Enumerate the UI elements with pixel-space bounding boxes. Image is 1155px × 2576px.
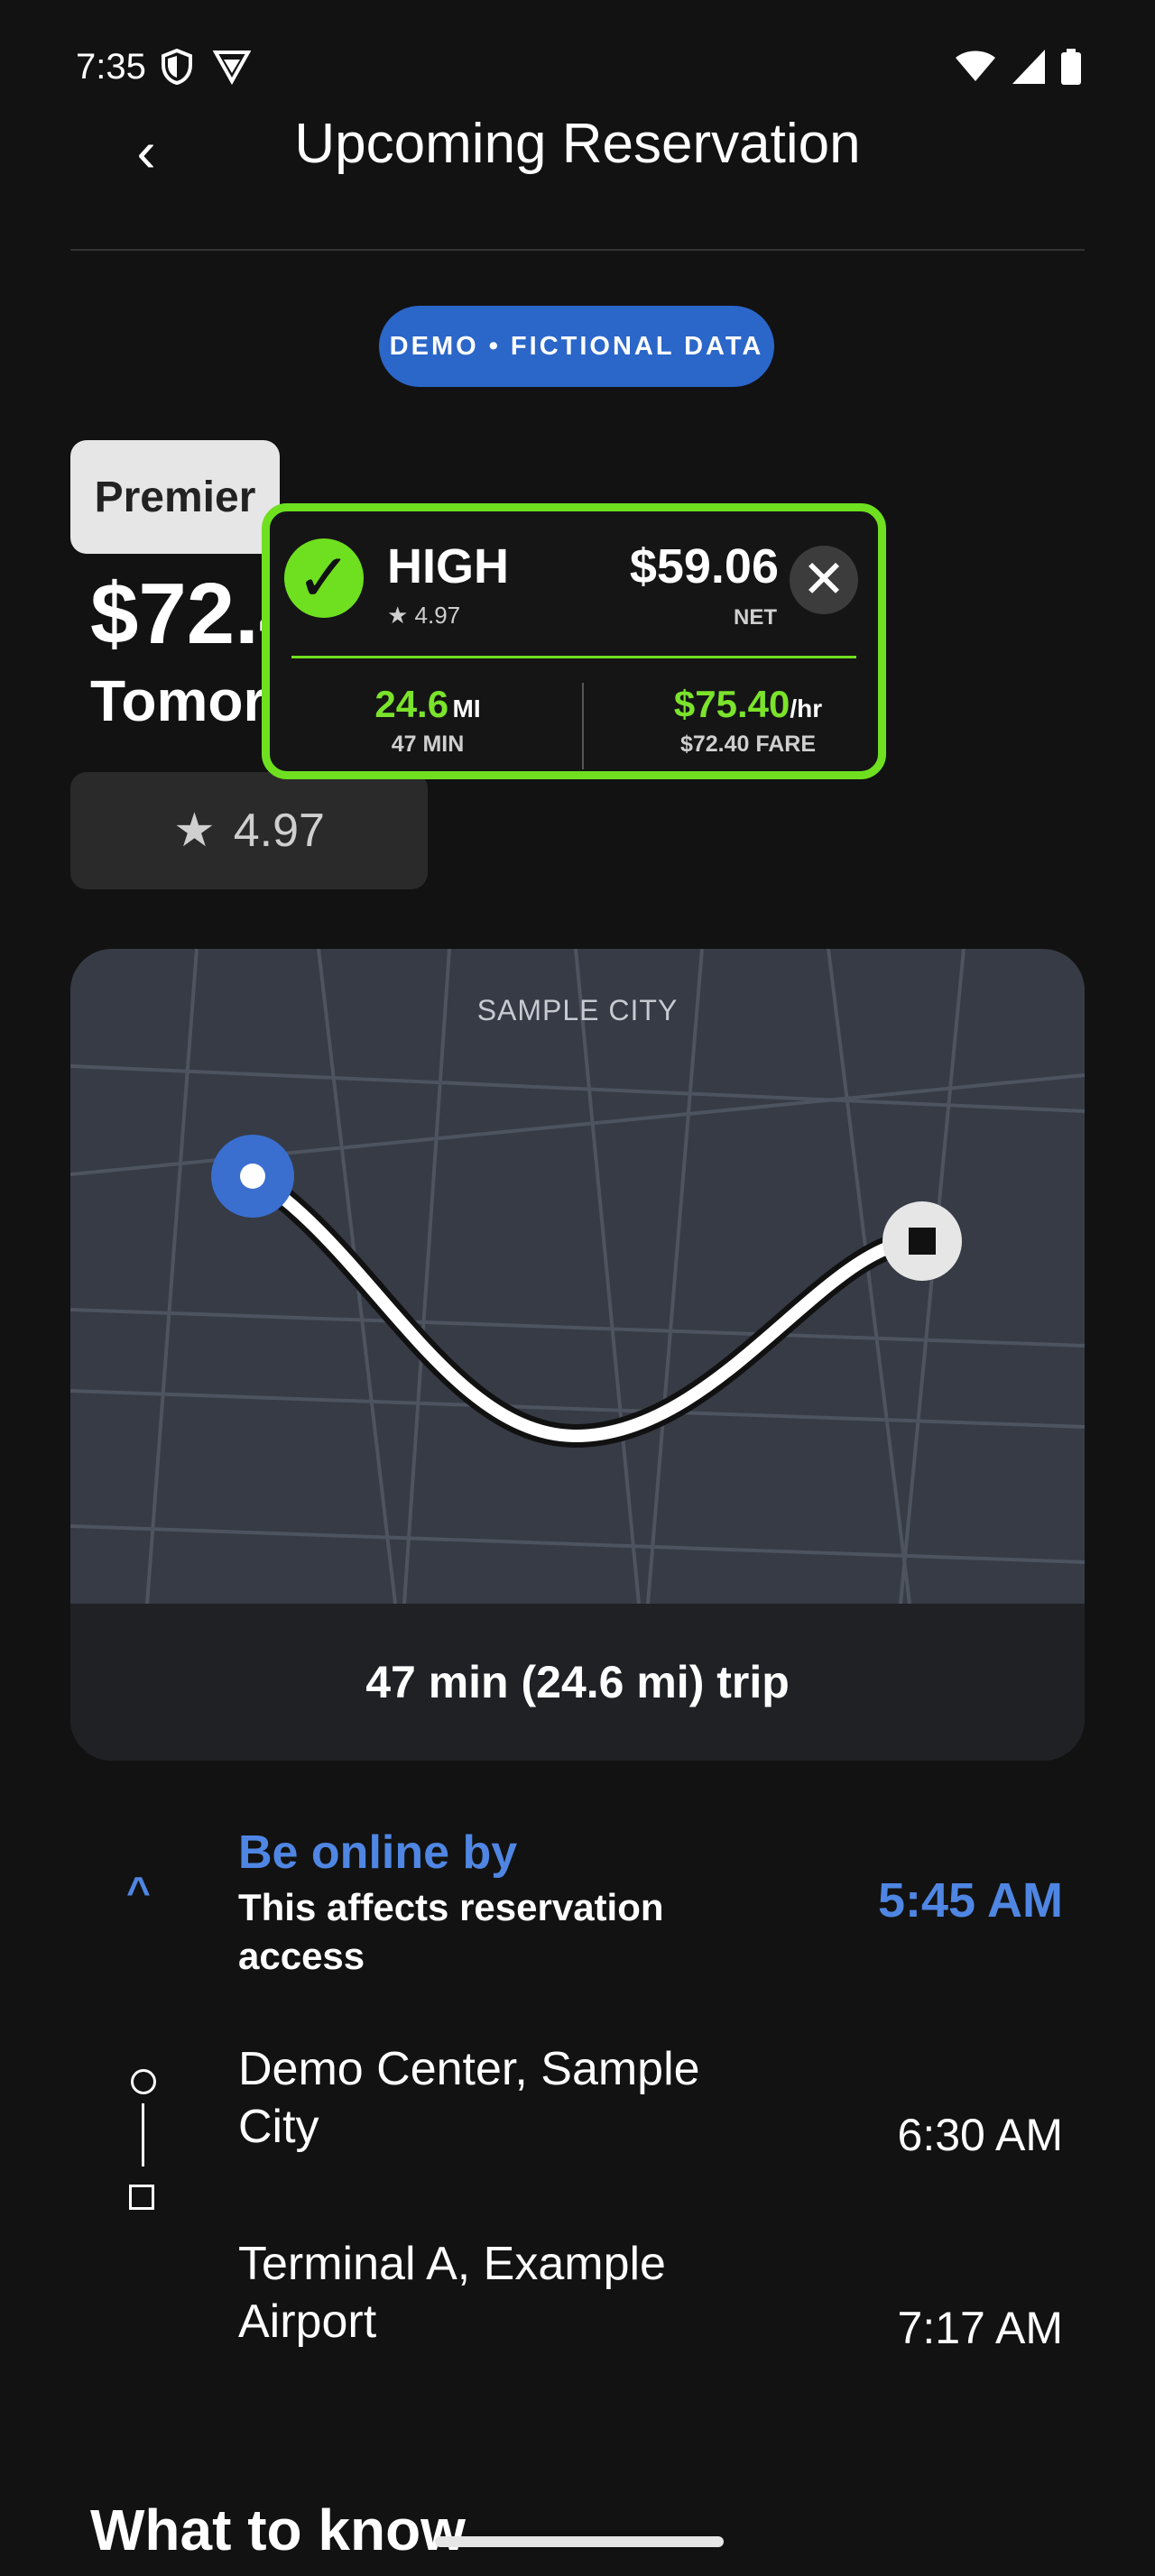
dropoff-location: Terminal A, Example Airport [238,2238,666,2348]
header-divider [70,249,1085,251]
status-icons-left [161,48,252,89]
close-icon[interactable]: ✕ [790,546,858,614]
overlay-distance-unit: MI [452,695,481,722]
rider-rating-chip: ★ 4.97 [70,772,428,889]
pickup-marker-icon [211,1135,294,1218]
home-indicator[interactable] [435,2536,724,2547]
chevron-up-icon[interactable]: ^ [126,1867,151,1916]
overlay-net-amount: $59.06 [629,539,779,593]
overlay-separator [582,683,584,769]
star-icon: ★ [173,805,216,857]
page-title: Upcoming Reservation [294,113,861,175]
check-icon: ✓ [284,538,364,618]
trip-analysis-overlay[interactable]: ✓ HIGH ★ 4.97 $59.06 NET ✕ 24.6 MI 47 MI… [262,503,886,779]
overlay-duration: 47 MIN [391,731,465,757]
dropoff-square-icon [129,2185,154,2210]
overlay-rate-block: $75.40/hr $72.40 FARE [613,683,883,758]
status-time: 7:35 [76,47,146,87]
trip-summary: 47 min (24.6 mi) trip [70,1604,1085,1761]
overlay-fare-label: $72.40 FARE [679,731,817,757]
rider-rating: 4.97 [233,805,325,857]
overlay-distance: 24.6 [374,683,449,725]
map-streets [70,949,1085,1604]
shield-icon [161,48,193,89]
demo-badge: DEMO • FICTIONAL DATA [379,306,774,387]
online-by-title: Be online by [238,1826,518,1879]
pickup-time: 6:30 AM [897,2110,1063,2160]
pickup-dot-icon [131,2069,156,2094]
dropoff-marker-icon [882,1201,962,1281]
what-to-know-heading: What to know [90,2498,466,2562]
overlay-rate-unit: /hr [790,695,823,722]
online-by-subtitle: This affects reservation access [238,1886,664,1977]
overlay-divider [291,656,856,658]
dropoff-time: 7:17 AM [897,2303,1063,2353]
overlay-hourly-rate: $75.40 [673,683,790,725]
wifi-icon [955,51,996,87]
signal-icon [1012,50,1045,88]
pickup-location: Demo Center, Sample City [238,2043,700,2153]
overlay-rating: ★ 4.97 [387,602,461,629]
online-by-time: 5:45 AM [877,1873,1063,1927]
route-connector [142,2103,144,2167]
map-city-label: SAMPLE CITY [476,994,679,1026]
overlay-net-label: NET [734,605,777,630]
overlay-quality-label: HIGH [387,539,509,593]
status-icons-right [955,49,1081,89]
tier-badge: Premier [70,440,280,554]
vpn-icon [212,49,252,89]
route-map[interactable]: SAMPLE CITY 47 min (24.6 mi) trip [70,949,1085,1761]
battery-icon [1061,49,1081,89]
overlay-distance-block: 24.6 MI 47 MIN [324,683,531,758]
